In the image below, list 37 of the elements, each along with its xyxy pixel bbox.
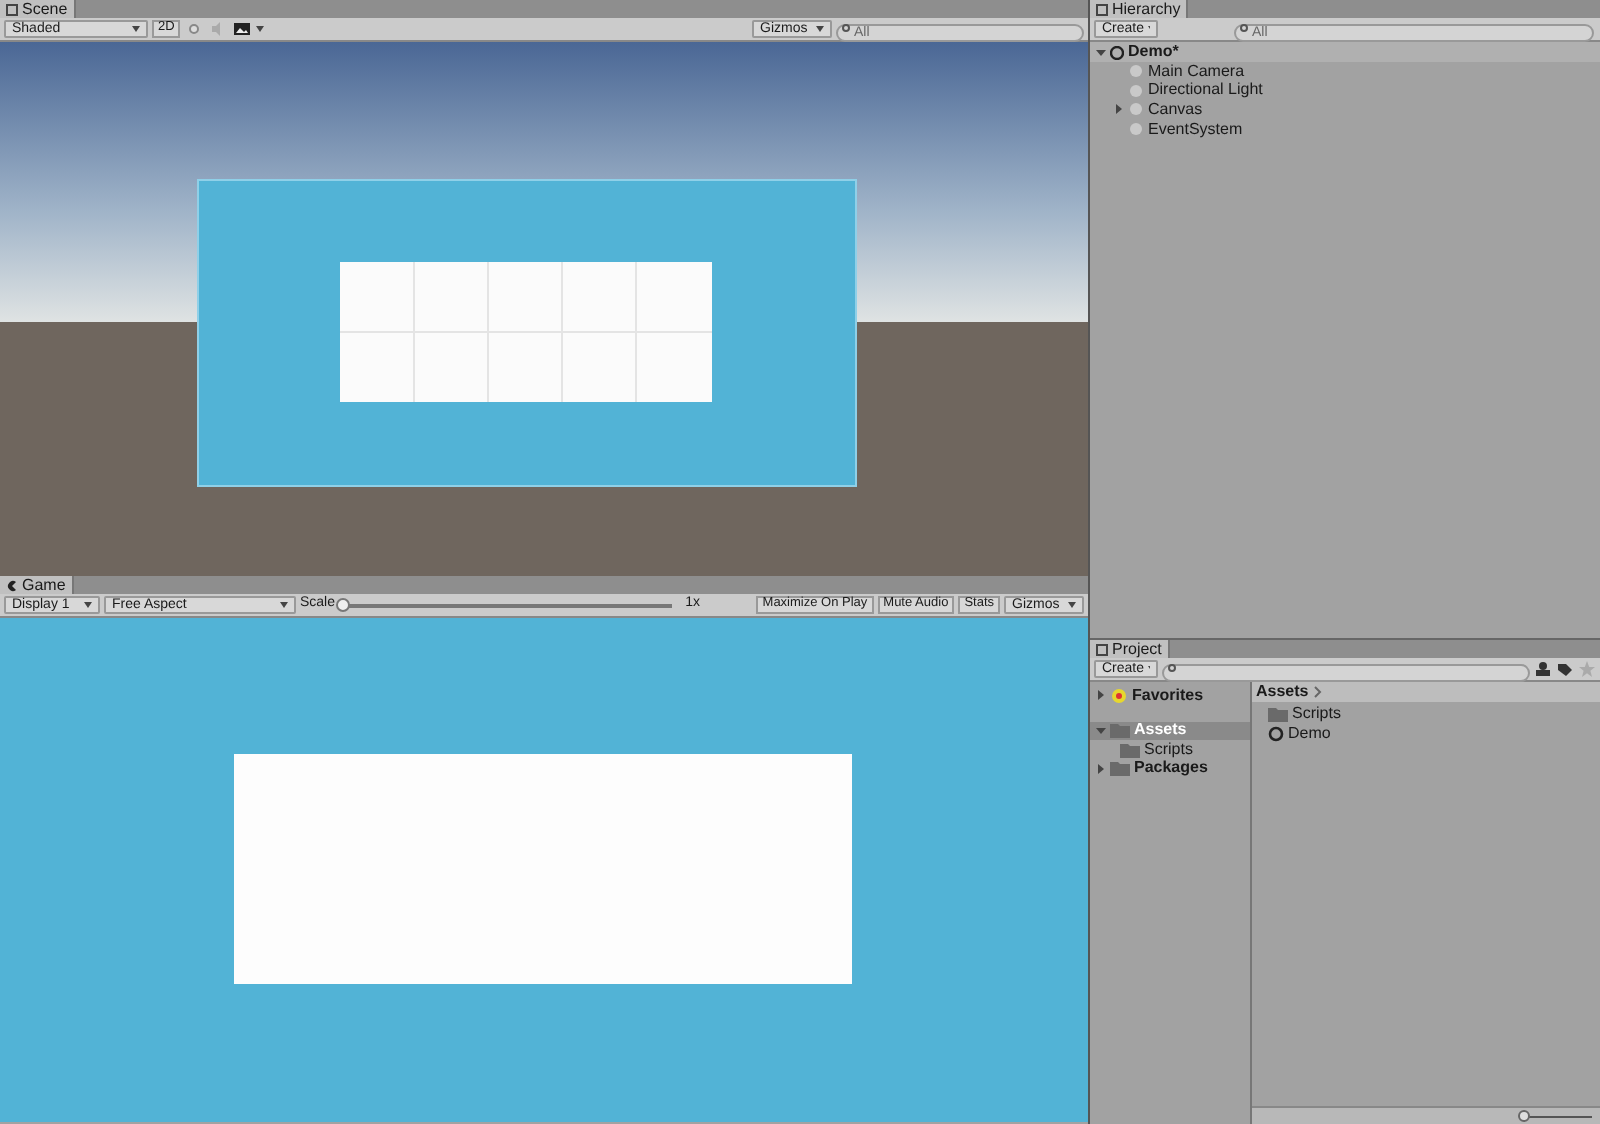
search-icon xyxy=(1240,24,1250,34)
image-icon[interactable] xyxy=(232,20,253,38)
panel-tab[interactable]: Scene xyxy=(0,0,76,18)
tree-item[interactable]: Favorites xyxy=(1090,686,1250,705)
file-item[interactable]: Demo xyxy=(1288,722,1331,746)
search-icon xyxy=(842,24,852,34)
zoom-slider-thumb[interactable] xyxy=(1518,1109,1530,1121)
slider-thumb[interactable] xyxy=(335,597,350,611)
tree-item[interactable]: Packages xyxy=(1090,759,1250,778)
expanded-arrow-icon[interactable] xyxy=(1096,725,1106,736)
expanded-arrow-icon[interactable] xyxy=(1096,47,1106,57)
file-item[interactable]: Scripts xyxy=(1292,702,1341,726)
hierarchy-item[interactable]: EventSystem xyxy=(1148,117,1243,142)
tree-item[interactable]: Scripts xyxy=(1090,740,1250,759)
scene-name[interactable]: Demo* xyxy=(1128,40,1179,64)
collapsed-arrow-icon[interactable] xyxy=(1114,104,1124,115)
panel-tab[interactable]: Project xyxy=(1090,640,1170,658)
folder-icon xyxy=(1268,706,1288,722)
panel-icon xyxy=(1096,3,1108,15)
unity-icon xyxy=(1110,45,1124,59)
chevron-icon xyxy=(1314,686,1323,698)
panel-tab[interactable]: Hierarchy xyxy=(1090,0,1189,18)
pacman-icon xyxy=(6,579,18,591)
panel-icon xyxy=(1096,643,1108,655)
search-icon xyxy=(1168,664,1178,674)
hierarchy-item[interactable]: Directional Light xyxy=(1148,78,1263,103)
unity-icon xyxy=(1268,726,1284,742)
collapsed-arrow-icon[interactable] xyxy=(1096,763,1106,774)
shapes-icon[interactable] xyxy=(1534,660,1552,678)
sun-icon[interactable] xyxy=(184,20,205,38)
collapsed-arrow-icon[interactable] xyxy=(1096,690,1106,701)
hierarchy-item[interactable]: Main Camera xyxy=(1148,59,1245,84)
search-field[interactable] xyxy=(1162,664,1530,682)
panel-tab[interactable]: Game xyxy=(0,576,74,594)
panel-icon xyxy=(6,3,18,15)
breadcrumb[interactable]: Assets xyxy=(1256,680,1309,704)
hierarchy-item[interactable]: Canvas xyxy=(1148,97,1203,122)
